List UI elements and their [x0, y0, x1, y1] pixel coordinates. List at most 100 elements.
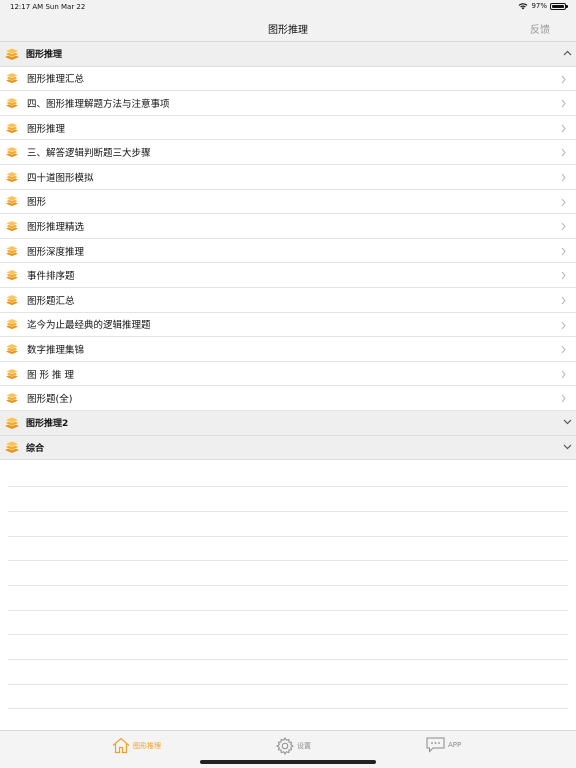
tab-app[interactable]: APP: [426, 737, 461, 753]
list-item-label: 图形深度推理: [27, 246, 85, 258]
tab-home[interactable]: 图形推理: [112, 737, 161, 754]
layers-icon: [4, 416, 20, 429]
section-title: 图形推理2: [26, 419, 69, 430]
layers-icon: [4, 47, 20, 60]
list-item[interactable]: 四、图形推理解题方法与注意事项: [0, 91, 576, 116]
tab-label: 图形推理: [133, 741, 161, 750]
divider: [8, 659, 568, 660]
list-item-label: 数字推理集锦: [27, 344, 85, 356]
list-item-label: 图形题(全): [27, 394, 73, 406]
layers-icon: [5, 97, 19, 109]
status-bar: 12:17 AM Sun Mar 22 97%: [0, 0, 576, 14]
layers-icon: [5, 220, 19, 232]
battery-icon: [550, 2, 568, 10]
list-item[interactable]: 图形: [0, 189, 576, 215]
layers-icon: [5, 73, 19, 84]
chevron-right-icon: [561, 370, 566, 379]
home-icon: [112, 737, 130, 754]
section-title: 综合: [26, 443, 45, 454]
list-item[interactable]: 图 形 推 理: [0, 361, 576, 387]
list-item-label: 事件排序题: [27, 271, 75, 283]
layers-icon: [5, 171, 19, 182]
layers-icon: [5, 122, 19, 133]
tab-bar: 图形推理 设置 APP: [0, 730, 576, 768]
list-item-label: 迄今为止最经典的逻辑推理题: [27, 320, 151, 332]
list-item[interactable]: 迄今为止最经典的逻辑推理题: [0, 312, 576, 338]
tab-label: APP: [448, 741, 462, 749]
list-item-label: 图形推理精选: [27, 221, 85, 233]
layers-icon: [5, 318, 19, 330]
list-item[interactable]: 四十道图形模拟: [0, 164, 576, 190]
divider: [8, 511, 568, 512]
outline-list: 图形推理 图形推理汇总 四、图形推理解题方法与注意事项 图形推理 三、解答逻辑判…: [0, 42, 576, 461]
chevron-right-icon: [561, 272, 566, 280]
list-item-label: 四、图形推理解题方法与注意事项: [27, 98, 170, 110]
list-item[interactable]: 三、解答逻辑判断题三大步骤: [0, 140, 576, 165]
wifi-icon: [519, 3, 528, 10]
chevron-right-icon: [561, 247, 566, 256]
chevron-down-icon[interactable]: [563, 444, 572, 450]
status-right: 97%: [518, 2, 568, 10]
layers-icon: [5, 269, 19, 281]
chevron-right-icon: [561, 173, 566, 182]
navigation-bar: 图形推理 反馈: [0, 14, 576, 42]
layers-icon: [5, 294, 19, 305]
chevron-right-icon: [561, 321, 566, 329]
tab-label: 设置: [297, 742, 311, 750]
layers-icon: [5, 195, 19, 207]
list-item[interactable]: 图形推理汇总: [0, 66, 576, 92]
layers-icon: [5, 146, 19, 158]
section-title: 图形推理: [26, 50, 63, 61]
layers-icon: [5, 245, 19, 256]
battery-percent: 97%: [531, 2, 547, 10]
tab-settings[interactable]: 设置: [276, 737, 311, 755]
chevron-right-icon: [561, 394, 566, 403]
list-item[interactable]: 事件排序题: [0, 263, 576, 288]
list-item[interactable]: 图形题(全): [0, 386, 576, 411]
layers-icon: [5, 343, 19, 355]
home-indicator: [200, 760, 376, 764]
section-header-tuxing-tuili-2[interactable]: 图形推理2: [0, 410, 576, 436]
divider: [8, 585, 568, 586]
divider: [8, 536, 568, 537]
list-item[interactable]: 图形推理精选: [0, 214, 576, 239]
layers-icon: [5, 392, 19, 404]
empty-list-area: [0, 462, 576, 730]
feedback-button[interactable]: 反馈: [530, 21, 550, 36]
divider: [8, 708, 568, 709]
list-item-label: 图 形 推 理: [27, 369, 75, 381]
list-item-label: 图形题汇总: [27, 295, 75, 307]
chevron-right-icon: [561, 198, 566, 206]
chevron-right-icon: [561, 99, 566, 108]
divider: [8, 486, 568, 487]
list-item-label: 四十道图形模拟: [27, 172, 94, 184]
layers-icon: [4, 441, 20, 454]
divider: [8, 684, 568, 685]
chat-bubble-icon: [426, 737, 445, 753]
chevron-right-icon: [561, 149, 566, 157]
divider: [8, 634, 568, 635]
chevron-right-icon: [561, 222, 566, 231]
list-item-label: 图形推理汇总: [27, 74, 85, 86]
chevron-down-icon[interactable]: [563, 419, 572, 425]
list-item-label: 图形: [27, 197, 47, 209]
gear-icon: [276, 737, 294, 755]
list-item[interactable]: 图形题汇总: [0, 287, 576, 313]
divider: [8, 610, 568, 611]
list-item[interactable]: 图形推理: [0, 115, 576, 141]
list-item-label: 图形推理: [27, 123, 66, 135]
page-title: 图形推理: [268, 25, 308, 36]
section-header-zonghe[interactable]: 综合: [0, 435, 576, 461]
layers-icon: [5, 368, 19, 379]
chevron-right-icon: [561, 296, 566, 305]
status-time: 12:17 AM Sun Mar 22: [10, 3, 86, 11]
chevron-right-icon: [561, 124, 566, 133]
chevron-right-icon: [561, 345, 566, 354]
list-item[interactable]: 数字推理集锦: [0, 337, 576, 362]
list-item[interactable]: 图形深度推理: [0, 238, 576, 264]
chevron-up-icon[interactable]: [563, 50, 572, 56]
chevron-right-icon: [561, 75, 566, 83]
divider: [8, 560, 568, 561]
section-header-tuxing-tuili[interactable]: 图形推理: [0, 42, 576, 67]
list-item-label: 三、解答逻辑判断题三大步骤: [27, 148, 151, 160]
